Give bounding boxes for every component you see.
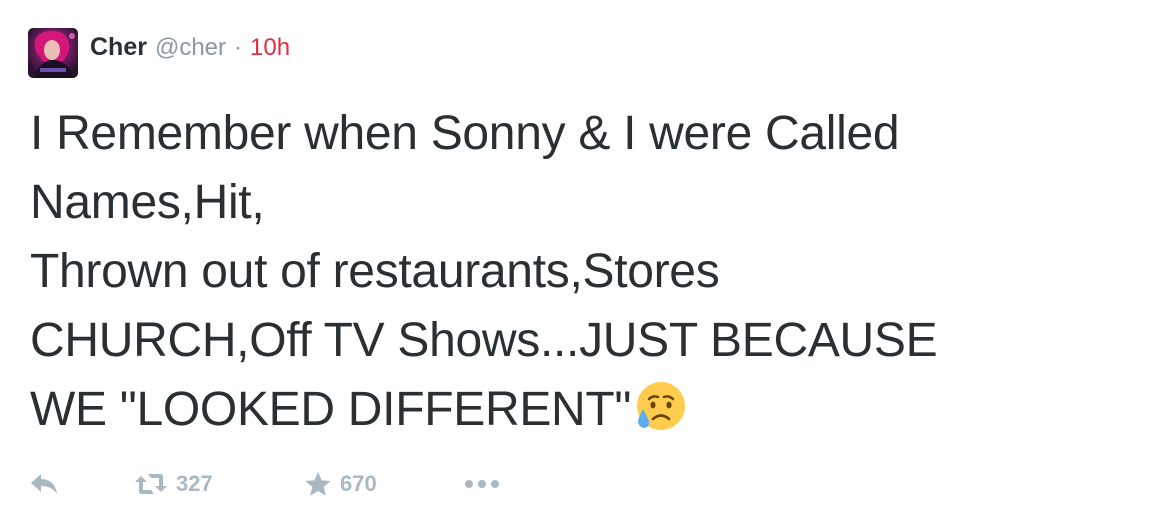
ellipsis-icon	[464, 479, 500, 489]
tweet-card: Cher @cher · 10h I Remember when Sonny &…	[0, 0, 1172, 520]
reply-button[interactable]	[30, 473, 126, 495]
tweet-text-line: Names,Hit,	[30, 176, 265, 229]
tweet-timestamp[interactable]: 10h	[250, 34, 290, 62]
more-button[interactable]	[464, 479, 500, 489]
avatar[interactable]	[28, 28, 78, 78]
author-username[interactable]: @cher	[155, 34, 226, 62]
tweet-text-line: I Remember when Sonny & I were Called	[30, 107, 900, 160]
star-icon	[304, 471, 332, 497]
tweet-text-line-last: WE "LOOKED DIFFERENT"	[30, 375, 1140, 444]
retweet-count: 327	[176, 471, 213, 496]
author-fullname[interactable]: Cher	[90, 33, 147, 62]
crying-face-emoji-icon	[633, 379, 687, 433]
favorite-count: 670	[340, 471, 377, 496]
tweet-header: Cher @cher · 10h	[90, 33, 290, 67]
header-separator: ·	[234, 34, 243, 61]
tweet-text-line: CHURCH,Off TV Shows...JUST BECAUSE	[30, 314, 938, 367]
retweet-icon	[134, 473, 168, 495]
tweet-text-line: Thrown out of restaurants,Stores	[30, 245, 720, 298]
tweet-text: I Remember when Sonny & I were Called Na…	[30, 99, 1140, 444]
favorite-button[interactable]: 670	[304, 471, 464, 497]
tweet-text-line: WE "LOOKED DIFFERENT"	[30, 383, 632, 436]
reply-icon	[30, 473, 58, 495]
tweet-actions: 327 670	[30, 466, 500, 502]
retweet-button[interactable]: 327	[126, 471, 304, 497]
